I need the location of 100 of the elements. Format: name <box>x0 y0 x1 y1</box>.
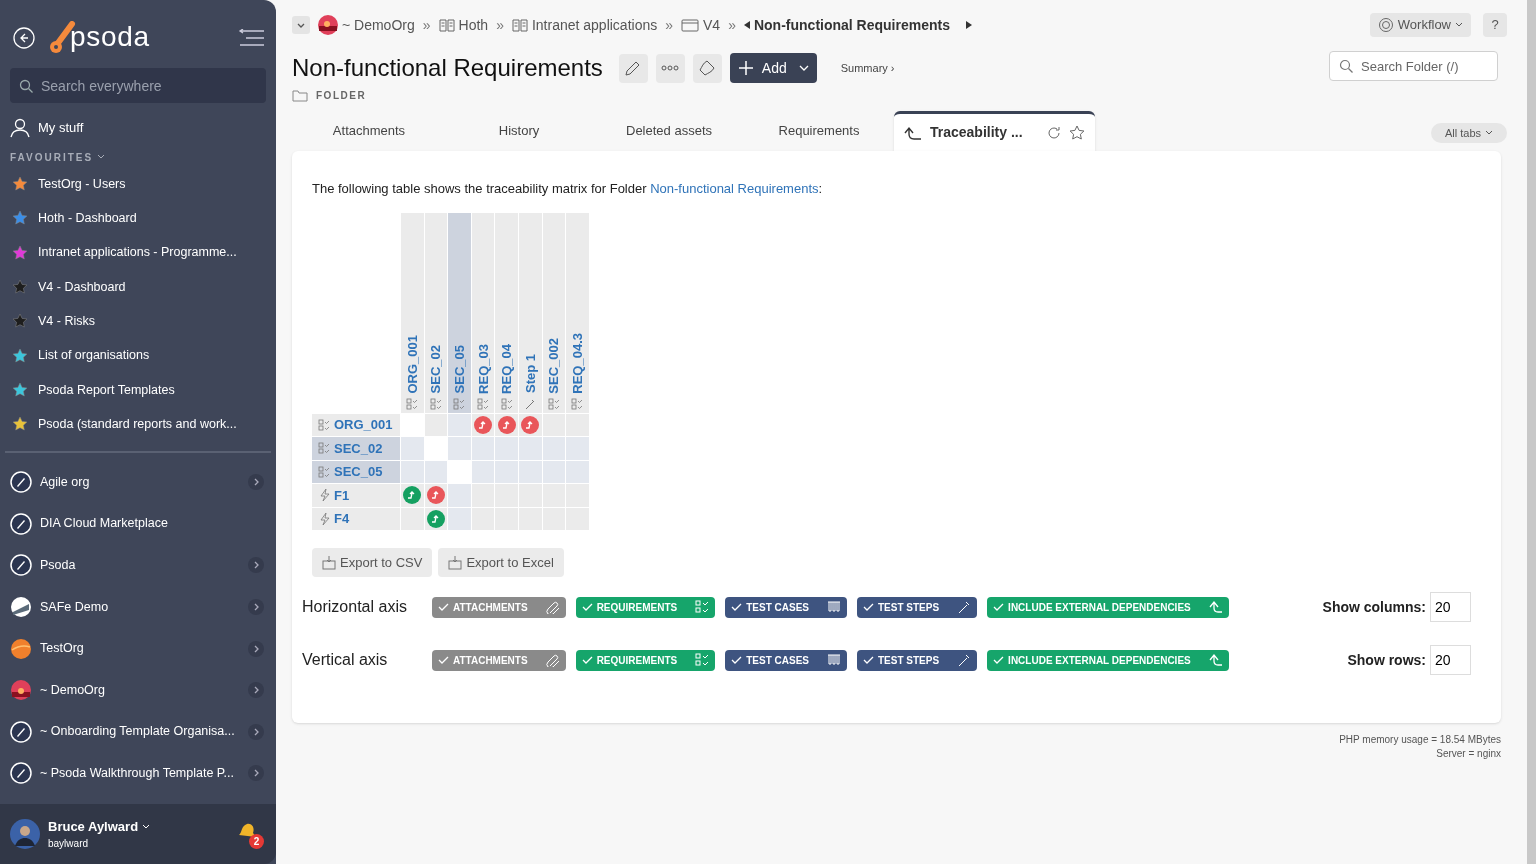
folder-icon <box>681 18 700 32</box>
tab[interactable]: Deleted assets <box>594 111 744 151</box>
favourite-item[interactable]: V4 - Dashboard <box>0 269 276 305</box>
folder-link[interactable]: Non-functional Requirements <box>650 181 819 196</box>
search-icon <box>19 79 33 93</box>
checklist-icon <box>453 397 466 410</box>
row-header[interactable]: ORG_001 <box>312 413 400 436</box>
breadcrumb-link[interactable]: Intranet applications <box>531 14 658 36</box>
search-field[interactable]: Search everywhere <box>10 68 266 103</box>
column-header[interactable]: Step 1 <box>518 212 542 413</box>
check-icon <box>438 655 449 665</box>
filter-toggle[interactable]: TEST CASES <box>725 596 847 618</box>
export-button[interactable]: Export to Excel <box>438 548 564 577</box>
summary-link[interactable]: Summary › <box>840 59 895 77</box>
row-header[interactable]: F4 <box>312 507 400 530</box>
organisation-item[interactable]: ~ Onboarding Template Organisa... <box>0 710 276 753</box>
check-icon <box>581 655 593 665</box>
count-label: Show columns: <box>1322 597 1426 617</box>
notification-count: 2 <box>249 834 264 849</box>
column-header[interactable]: REQ_03 <box>471 212 495 413</box>
page-title: Non-functional Requirements <box>292 53 603 83</box>
workflow-button[interactable]: Workflow <box>1369 13 1471 37</box>
scrollbar[interactable] <box>1527 0 1536 864</box>
breadcrumb-link[interactable]: V4 <box>703 14 721 36</box>
breadcrumb-separator: » <box>665 15 674 35</box>
column-header[interactable]: ORG_001 <box>401 212 424 413</box>
dropdown-button-icon[interactable] <box>292 16 310 34</box>
organisation-item[interactable]: DIA Cloud Marketplace <box>0 502 276 545</box>
checklist-icon <box>571 397 584 410</box>
tab[interactable]: Traceability ... <box>894 111 1095 151</box>
star-outline-icon <box>1068 124 1085 141</box>
back-icon[interactable] <box>12 26 36 50</box>
tab[interactable]: History <box>444 111 594 151</box>
check-icon <box>731 655 743 665</box>
checklist-icon <box>695 600 710 614</box>
export-button[interactable]: Export to CSV <box>312 548 433 577</box>
more-button[interactable] <box>655 53 685 83</box>
favourite-item[interactable]: Psoda (standard reports and work... <box>0 407 276 442</box>
plus-icon <box>737 60 754 76</box>
favourite-item[interactable]: Psoda Report Templates <box>0 372 276 408</box>
breadcrumb-link[interactable]: Non-functional Requirements <box>753 14 950 36</box>
tab[interactable]: Attachments <box>294 111 444 151</box>
filter-toggle[interactable]: TEST STEPS <box>857 649 978 671</box>
clip-icon <box>545 600 560 614</box>
favourite-item[interactable]: TestOrg - Users <box>0 167 276 202</box>
organisation-item[interactable]: Psoda <box>0 544 276 587</box>
check-icon <box>731 602 743 612</box>
organisation-item[interactable]: SAFe Demo <box>0 586 276 628</box>
logo-text: psoda <box>70 23 150 51</box>
row-header[interactable]: F1 <box>312 484 400 507</box>
help-button[interactable]: ? <box>1483 13 1507 37</box>
organisation-item[interactable]: TestOrg <box>0 627 276 670</box>
checklist-icon <box>477 397 490 410</box>
column-header[interactable]: REQ_04.3 <box>566 212 589 413</box>
filter-toggle[interactable]: TEST STEPS <box>857 596 978 618</box>
count-field[interactable]: 20 <box>1430 645 1471 675</box>
count-field[interactable]: 20 <box>1430 592 1471 622</box>
check-icon <box>438 602 449 612</box>
refresh-icon <box>1046 125 1061 140</box>
all-tabs-button[interactable]: All tabs <box>1430 123 1507 143</box>
search-field[interactable]: Search Folder (/) <box>1329 51 1498 81</box>
watch-button[interactable] <box>692 53 722 83</box>
favourite-item[interactable]: Hoth - Dashboard <box>0 201 276 236</box>
edit-button[interactable] <box>618 53 648 83</box>
footer-text: PHP memory usage = 18.54 MBytes <box>1339 733 1501 747</box>
footer-text: Server = nginx <box>1436 747 1501 761</box>
breadcrumb-link[interactable]: Hoth <box>458 14 489 36</box>
user-name[interactable]: Bruce Aylward <box>48 816 139 837</box>
book-icon <box>511 17 528 33</box>
breadcrumb-separator: » <box>496 15 504 35</box>
menu-collapse-icon[interactable] <box>238 29 264 47</box>
add-button[interactable]: Add <box>729 53 817 83</box>
pipette-icon <box>957 600 972 614</box>
my-stuff-link[interactable]: My stuff <box>0 111 276 145</box>
export-icon <box>322 555 336 570</box>
column-header[interactable]: SEC_002 <box>542 212 566 413</box>
tab[interactable]: Requirements <box>744 111 894 151</box>
checklist-icon <box>500 397 513 410</box>
organisation-item[interactable]: ~ Psoda Walkthrough Template P... <box>0 752 276 795</box>
column-header[interactable]: REQ_04 <box>495 212 518 413</box>
column-header[interactable]: SEC_02 <box>424 212 448 413</box>
expand-chevron-icon <box>248 723 264 740</box>
book-icon <box>438 17 455 33</box>
checklist-icon <box>318 442 330 455</box>
favourite-item[interactable]: List of organisations <box>0 338 276 373</box>
search-icon <box>1339 59 1353 73</box>
count-label: Show rows: <box>1347 650 1426 670</box>
checklist-icon <box>429 397 442 410</box>
organisation-item[interactable]: Agile org <box>0 461 276 503</box>
favourite-item[interactable]: Intranet applications - Programme... <box>0 235 276 270</box>
favourite-item[interactable]: V4 - Risks <box>0 304 276 339</box>
expand-chevron-icon <box>248 474 264 491</box>
filter-toggle[interactable]: TEST CASES <box>725 649 847 671</box>
section-heading: FAVOURITES <box>10 150 94 165</box>
trace-icon <box>1208 600 1223 614</box>
intro-text: The following table shows the traceability matrix for Folder Non-functional Requirements: <box>312 180 824 198</box>
breadcrumb-link[interactable]: ~ DemoOrg <box>342 14 415 36</box>
notifications-button[interactable]: 2 <box>236 821 266 847</box>
organisation-item[interactable]: ~ DemoOrg <box>0 669 276 711</box>
check-icon <box>863 602 874 612</box>
